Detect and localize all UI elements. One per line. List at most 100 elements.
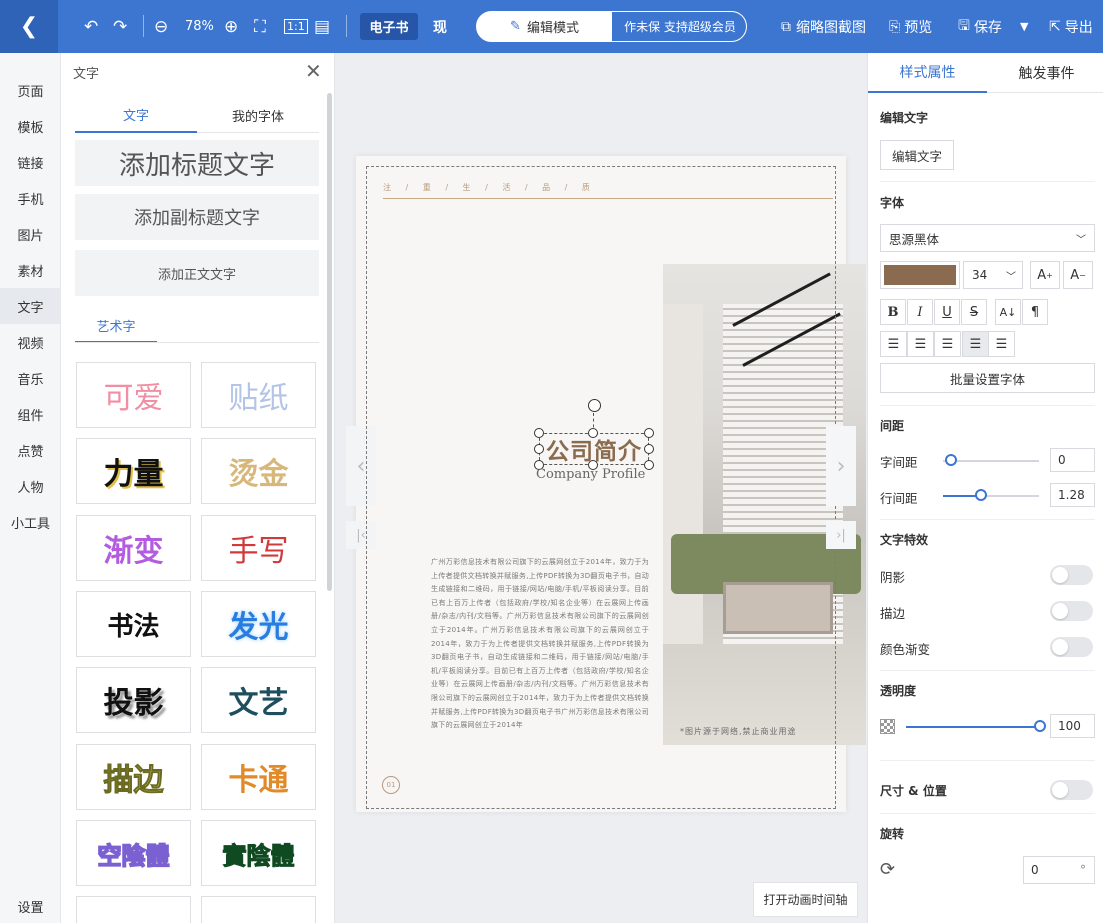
font-size-select[interactable]: 34 ﹀: [963, 261, 1023, 289]
shadow-toggle[interactable]: [1050, 565, 1093, 585]
sidebar-item-page[interactable]: 页面: [0, 72, 61, 108]
paragraph-icon[interactable]: ¶: [1022, 299, 1048, 325]
font-color-picker[interactable]: [880, 261, 960, 289]
art-item-hollow[interactable]: 空陰體: [76, 820, 191, 886]
document-icon[interactable]: ▤: [314, 0, 330, 53]
sidebar-item-people[interactable]: 人物: [0, 468, 61, 504]
save-icon: 🖫: [958, 17, 970, 34]
art-item-glow[interactable]: 发光: [201, 591, 316, 657]
align-distribute-button[interactable]: ☰: [988, 331, 1015, 357]
ebook-tab[interactable]: 电子书: [360, 13, 418, 40]
text-direction-button[interactable]: A↓: [995, 299, 1021, 325]
batch-set-font-button[interactable]: 批量设置字体: [880, 363, 1095, 393]
export-button[interactable]: ⇱ 导出: [1049, 0, 1093, 53]
tab-my-fonts[interactable]: 我的字体: [197, 97, 319, 133]
zoom-in-icon[interactable]: ⊕: [224, 0, 238, 53]
thumbnail-capture-button[interactable]: ⧉ 缩略图截图: [781, 0, 866, 53]
panel-title: 文字: [73, 67, 100, 82]
next-page-arrow[interactable]: ›: [826, 426, 856, 506]
last-page-icon[interactable]: ›|: [826, 521, 856, 549]
sidebar-item-material[interactable]: 素材: [0, 252, 61, 288]
align-center-button[interactable]: ☰: [907, 331, 934, 357]
sidebar-item-settings[interactable]: 设置: [0, 888, 61, 923]
art-item-gradient[interactable]: 渐变: [76, 515, 191, 581]
line-spacing-label: 行间距: [880, 491, 918, 506]
sidebar-item-phone[interactable]: 手机: [0, 180, 61, 216]
sidebar-item-tools[interactable]: 小工具: [0, 504, 61, 540]
tab-trigger-events[interactable]: 触发事件: [987, 53, 1103, 93]
letter-spacing-slider[interactable]: [945, 454, 957, 466]
other-tab[interactable]: 现: [433, 0, 447, 53]
mode-switch[interactable]: ✎ 编辑模式 作未保 支持超级会员: [476, 11, 747, 42]
divider: [75, 342, 319, 343]
add-body-text-button[interactable]: 添加正文文字: [75, 250, 319, 296]
art-item-sticker[interactable]: 贴纸: [201, 362, 316, 428]
art-item-more[interactable]: [76, 896, 191, 923]
art-item-more[interactable]: [201, 896, 316, 923]
sidebar-item-image[interactable]: 图片: [0, 216, 61, 252]
sidebar-item-music[interactable]: 音乐: [0, 360, 61, 396]
art-item-handwriting[interactable]: 手写: [201, 515, 316, 581]
art-item-power[interactable]: 力量: [76, 438, 191, 504]
tab-style-properties[interactable]: 样式属性: [868, 53, 987, 93]
scrollbar[interactable]: [327, 93, 332, 591]
color-gradient-toggle[interactable]: [1050, 637, 1093, 657]
tab-art-text[interactable]: 艺术字: [75, 309, 157, 343]
zoom-out-icon[interactable]: ⊖: [154, 0, 168, 53]
fullscreen-icon[interactable]: ⛶: [254, 0, 266, 53]
art-item-stroke[interactable]: 描边: [76, 744, 191, 810]
undo-icon[interactable]: ↶: [84, 0, 98, 53]
art-item-calligraphy[interactable]: 书法: [76, 591, 191, 657]
sidebar-item-component[interactable]: 组件: [0, 396, 61, 432]
italic-button[interactable]: I: [907, 299, 933, 325]
rotate-input[interactable]: 0 °: [1023, 856, 1095, 884]
line-spacing-input[interactable]: 1.28: [1050, 483, 1095, 507]
strikethrough-button[interactable]: S: [961, 299, 987, 325]
increase-font-size-button[interactable]: A +: [1030, 261, 1060, 289]
stroke-toggle[interactable]: [1050, 601, 1093, 621]
art-item-cartoon[interactable]: 卡通: [201, 744, 316, 810]
edit-mode-option[interactable]: ✎ 编辑模式: [477, 12, 612, 41]
align-left-button[interactable]: ☰: [880, 331, 907, 357]
opacity-input[interactable]: 100: [1050, 714, 1095, 738]
align-right-button[interactable]: ☰: [934, 331, 961, 357]
art-item-gold[interactable]: 烫金: [201, 438, 316, 504]
sidebar-item-video[interactable]: 视频: [0, 324, 61, 360]
sidebar-item-like[interactable]: 点赞: [0, 432, 61, 468]
degree-unit: °: [1080, 863, 1086, 877]
font-section-label: 字体: [880, 196, 905, 210]
art-item-literary[interactable]: 文艺: [201, 667, 316, 733]
art-item-solid[interactable]: 實陰體: [201, 820, 316, 886]
add-title-text-button[interactable]: 添加标题文字: [75, 140, 319, 186]
add-subtitle-text-button[interactable]: 添加副标题文字: [75, 194, 319, 240]
back-button[interactable]: ❮: [0, 0, 58, 53]
export-icon: ⇱: [1049, 18, 1061, 35]
art-item-cute[interactable]: 可爱: [76, 362, 191, 428]
tab-text[interactable]: 文字: [75, 97, 197, 133]
mode-right-option[interactable]: 作未保 支持超级会员: [612, 12, 746, 41]
opacity-slider[interactable]: [1034, 720, 1046, 732]
properties-panel: 样式属性 触发事件 编辑文字 编辑文字 字体 思源黑体 ﹀ 34 ﹀ A + A − B…: [867, 53, 1103, 923]
align-justify-button[interactable]: ☰: [962, 331, 989, 357]
art-item-shadow[interactable]: 投影: [76, 667, 191, 733]
sidebar-item-link[interactable]: 链接: [0, 144, 61, 180]
preview-button[interactable]: ⎘ 预览: [889, 0, 932, 53]
size-position-toggle[interactable]: [1050, 780, 1093, 800]
letter-spacing-input[interactable]: 0: [1050, 448, 1095, 472]
font-family-select[interactable]: 思源黑体 ﹀: [880, 224, 1095, 252]
open-animation-timeline-button[interactable]: 打开动画时间轴: [753, 882, 858, 917]
save-button[interactable]: 🖫 保存: [958, 0, 1002, 53]
actual-size-icon[interactable]: 1:1: [284, 0, 308, 53]
underline-button[interactable]: U: [934, 299, 960, 325]
size-position-label: 尺寸 & 位置: [880, 784, 947, 798]
line-spacing-slider[interactable]: [975, 489, 987, 501]
decrease-font-size-button[interactable]: A −: [1063, 261, 1093, 289]
close-icon[interactable]: ✕: [305, 59, 322, 83]
redo-icon[interactable]: ↷: [113, 0, 127, 53]
bold-button[interactable]: B: [880, 299, 906, 325]
save-dropdown-icon[interactable]: ▼: [1020, 0, 1028, 53]
letter-spacing-track[interactable]: [943, 460, 1039, 462]
sidebar-item-template[interactable]: 模板: [0, 108, 61, 144]
sidebar-item-text[interactable]: 文字: [0, 288, 61, 324]
edit-text-button[interactable]: 编辑文字: [880, 140, 954, 170]
